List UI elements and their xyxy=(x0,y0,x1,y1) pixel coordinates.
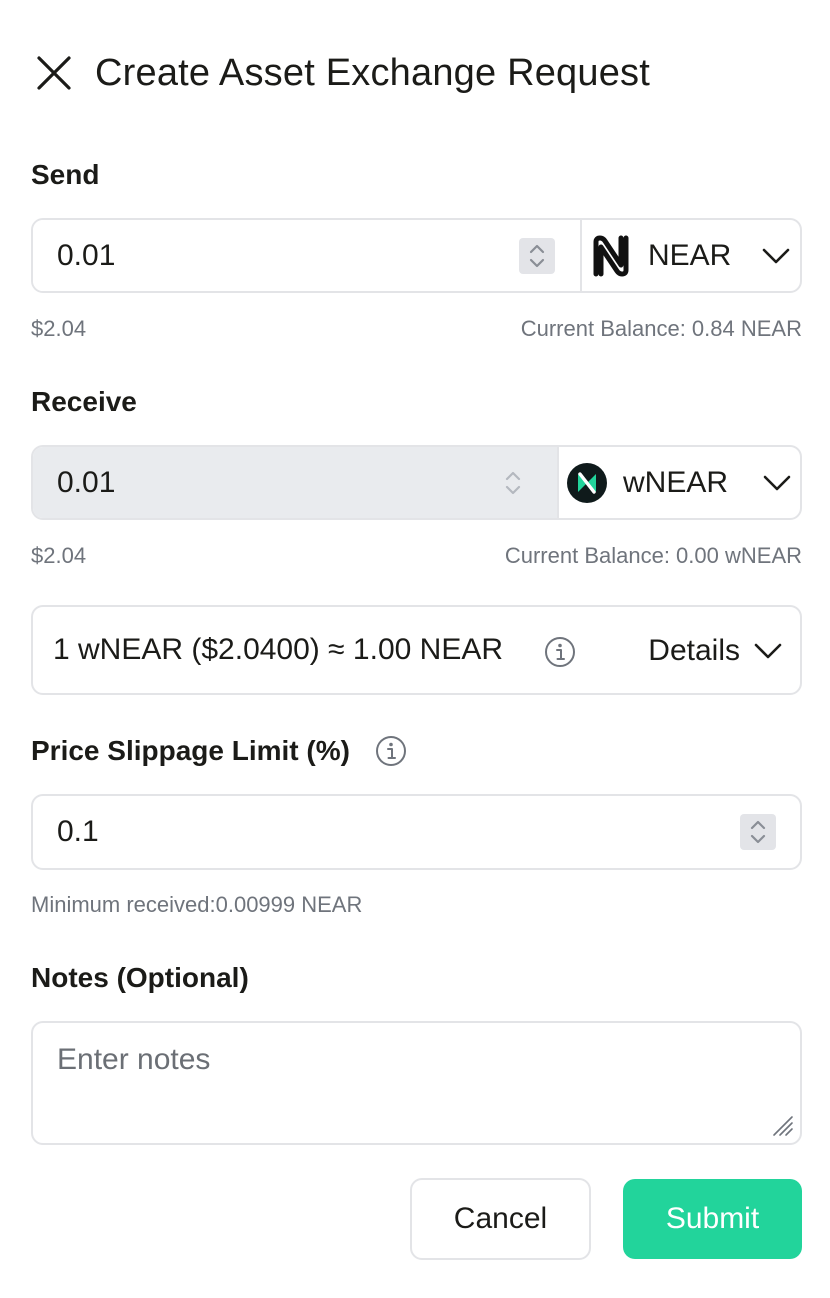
submit-button[interactable]: Submit xyxy=(623,1179,802,1259)
receive-balance: Current Balance: 0.00 wNEAR xyxy=(504,543,802,568)
close-icon[interactable] xyxy=(36,55,72,91)
page-title: Create Asset Exchange Request xyxy=(95,52,651,94)
receive-label: Receive xyxy=(31,386,137,417)
exchange-rate-text: 1 wNEAR ($2.0400) ≈ 1.00 NEAR xyxy=(53,633,503,666)
info-icon[interactable] xyxy=(544,636,576,668)
receive-amount-stepper xyxy=(495,465,531,501)
resize-handle-icon[interactable] xyxy=(770,1113,794,1137)
notes-label: Notes (Optional) xyxy=(31,962,249,993)
chevron-down-icon xyxy=(762,248,790,264)
cancel-button[interactable]: Cancel xyxy=(410,1178,591,1260)
stepper-arrows-icon xyxy=(505,471,521,495)
receive-amount-group: wNEAR xyxy=(31,445,802,520)
send-token-name: NEAR xyxy=(648,239,732,272)
send-amount-input[interactable] xyxy=(57,220,457,291)
send-usd-value: $2.04 xyxy=(31,316,87,341)
send-balance: Current Balance: 0.84 NEAR xyxy=(520,316,802,341)
exchange-rate-box: 1 wNEAR ($2.0400) ≈ 1.00 NEAR Details xyxy=(31,605,802,695)
send-label: Send xyxy=(31,159,100,190)
info-icon[interactable] xyxy=(375,735,407,767)
exchange-request-panel: Create Asset Exchange Request Send NEAR … xyxy=(0,0,830,1298)
receive-token-select[interactable]: wNEAR xyxy=(559,447,800,518)
stepper-arrows-icon xyxy=(750,820,766,844)
wnear-logo-icon xyxy=(567,463,607,503)
stepper-arrows-icon xyxy=(529,244,545,268)
slippage-field xyxy=(31,794,802,870)
notes-field xyxy=(31,1021,802,1145)
chevron-down-icon xyxy=(763,475,791,491)
minimum-received: Minimum received:0.00999 NEAR xyxy=(31,892,363,917)
details-label: Details xyxy=(648,634,740,667)
receive-token-name: wNEAR xyxy=(623,466,729,499)
send-amount-group: NEAR xyxy=(31,218,802,293)
receive-amount-input xyxy=(57,447,457,518)
send-token-select[interactable]: NEAR xyxy=(582,220,800,291)
receive-usd-value: $2.04 xyxy=(31,543,87,568)
slippage-input[interactable] xyxy=(57,796,457,868)
details-toggle[interactable]: Details xyxy=(648,627,782,675)
slippage-stepper[interactable] xyxy=(740,814,776,850)
near-logo-icon xyxy=(593,235,629,277)
send-amount-stepper[interactable] xyxy=(519,238,555,274)
slippage-label: Price Slippage Limit (%) xyxy=(31,735,350,766)
chevron-down-icon xyxy=(754,643,782,659)
notes-input[interactable] xyxy=(57,1043,757,1123)
